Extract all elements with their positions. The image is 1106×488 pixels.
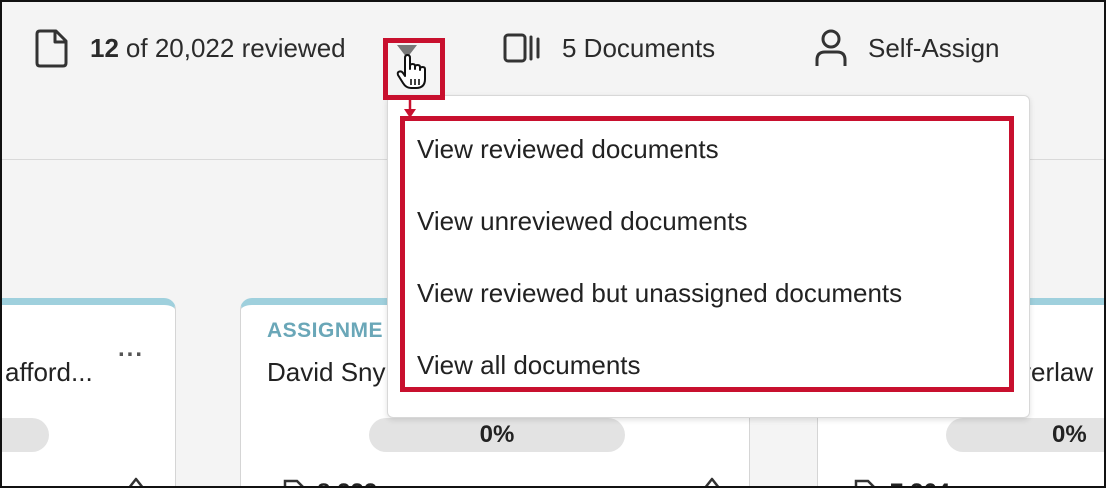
menu-item-view-unreviewed[interactable]: View unreviewed documents [417, 204, 747, 238]
menu-item-view-reviewed[interactable]: View reviewed documents [417, 132, 719, 166]
progress-pill: 0% [369, 418, 625, 452]
reviewed-count: 12 [90, 32, 119, 63]
document-icon [281, 479, 309, 486]
progress-pill: 0% [946, 418, 1104, 452]
document-count: 8,222 [317, 479, 377, 486]
hand-pointer-icon [396, 54, 428, 95]
self-assign-button[interactable]: Self-Assign [814, 28, 1000, 68]
batch-documents-icon [502, 31, 542, 65]
reviewed-total-label: of 20,022 reviewed [125, 32, 346, 63]
self-assign-label: Self-Assign [868, 32, 1000, 63]
card-name: David Sny [267, 357, 386, 387]
arrow-down-icon [402, 100, 418, 125]
card-tag: ASSIGNME [267, 319, 384, 342]
document-count: 7,264 [890, 479, 950, 486]
assignment-card[interactable]: ... afford... [2, 298, 176, 486]
user-icon [814, 28, 848, 68]
documents-stat[interactable]: 5 Documents [502, 28, 715, 68]
documents-count-label: 5 Documents [562, 32, 716, 63]
menu-item-view-all[interactable]: View all documents [417, 348, 641, 382]
menu-item-view-reviewed-unassigned[interactable]: View reviewed but unassigned documents [417, 276, 902, 310]
card-name: afford... [5, 357, 93, 387]
document-icon [34, 28, 70, 68]
progress-pill [2, 418, 49, 452]
document-icon [852, 479, 880, 486]
warning-icon [699, 477, 725, 486]
app-frame: 12 of 20,022 reviewed 5 Documents Self-A… [0, 0, 1106, 488]
reviewed-stat: 12 of 20,022 reviewed [34, 28, 346, 68]
warning-icon [123, 477, 149, 486]
card-menu-icon[interactable]: ... [118, 335, 144, 363]
